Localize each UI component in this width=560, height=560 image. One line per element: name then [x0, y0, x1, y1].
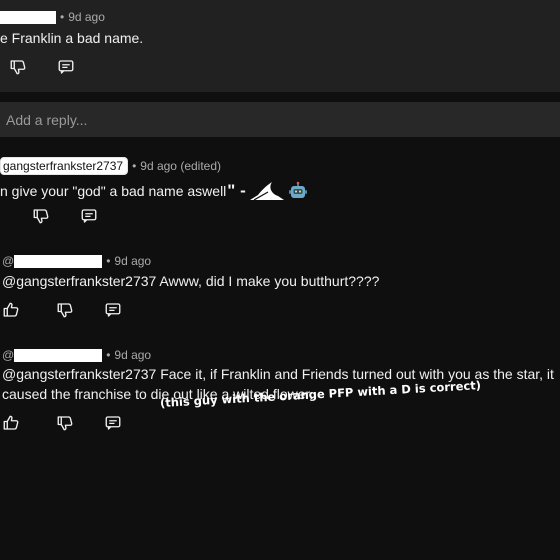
- reply-1-text: n give your "god" a bad name aswell: [0, 183, 227, 199]
- reply-3-time: 9d ago: [114, 348, 152, 362]
- like-icon: [2, 414, 20, 437]
- reply-1-handle[interactable]: gangsterfrankster2737: [0, 157, 129, 175]
- parent-comment-card: • 9d ago e Franklin a bad name.: [0, 0, 560, 92]
- like-button[interactable]: [0, 301, 22, 323]
- dislike-button[interactable]: [7, 58, 29, 80]
- reply-1-meta: gangsterfrankster2737 • 9d ago (edited): [0, 157, 221, 175]
- shark-sticker-icon: [248, 180, 286, 202]
- parent-comment-text: e Franklin a bad name.: [0, 30, 144, 46]
- robot-emoji-icon: [288, 181, 308, 201]
- overlay-caption: (this guy with the orange PFP with a D i…: [159, 378, 482, 410]
- parent-comment-time: 9d ago: [68, 10, 105, 24]
- reply-1-actions: [30, 207, 100, 229]
- reply-2-time: 9d ago: [114, 254, 152, 268]
- add-reply-bar: [0, 102, 560, 137]
- reply-icon: [57, 58, 75, 81]
- redacted-username: [0, 11, 56, 25]
- reply-button[interactable]: [55, 58, 77, 80]
- reply-3-at: @: [2, 348, 15, 362]
- reply-2-meta: @ • 9d ago: [2, 254, 152, 269]
- redacted-username: [14, 349, 103, 363]
- dislike-icon: [9, 58, 27, 81]
- dislike-button[interactable]: [54, 414, 76, 436]
- parent-comment-meta: • 9d ago: [0, 10, 105, 25]
- reply-3-actions: [0, 414, 124, 436]
- reply-3-meta: @ • 9d ago: [2, 348, 152, 363]
- reply-2-text: @gangsterfrankster2737 Awww, did I make …: [2, 273, 380, 289]
- reply-icon: [80, 207, 98, 230]
- reply-1-quote-dash: " -: [227, 181, 246, 200]
- dislike-icon: [56, 414, 74, 437]
- reply-button[interactable]: [102, 414, 124, 436]
- add-reply-input[interactable]: [0, 102, 546, 137]
- comments-page: •9d ago e Franklin a bad name. gangsterf…: [0, 0, 560, 560]
- reply-2-actions: [0, 301, 124, 323]
- reply-icon: [104, 301, 122, 324]
- reply-2-at: @: [2, 254, 15, 268]
- like-button[interactable]: [0, 414, 22, 436]
- redacted-username: [14, 255, 103, 269]
- dislike-button[interactable]: [54, 301, 76, 323]
- reply-button[interactable]: [102, 301, 124, 323]
- like-icon: [2, 301, 20, 324]
- dislike-button[interactable]: [30, 207, 52, 229]
- dislike-icon: [56, 301, 74, 324]
- reply-1-time: 9d ago (edited): [140, 159, 222, 173]
- reply-1-body: n give your "god" a bad name aswell " -: [0, 180, 308, 202]
- reply-icon: [104, 414, 122, 437]
- dislike-icon: [32, 207, 50, 230]
- parent-comment-actions: [7, 58, 77, 80]
- reply-button[interactable]: [78, 207, 100, 229]
